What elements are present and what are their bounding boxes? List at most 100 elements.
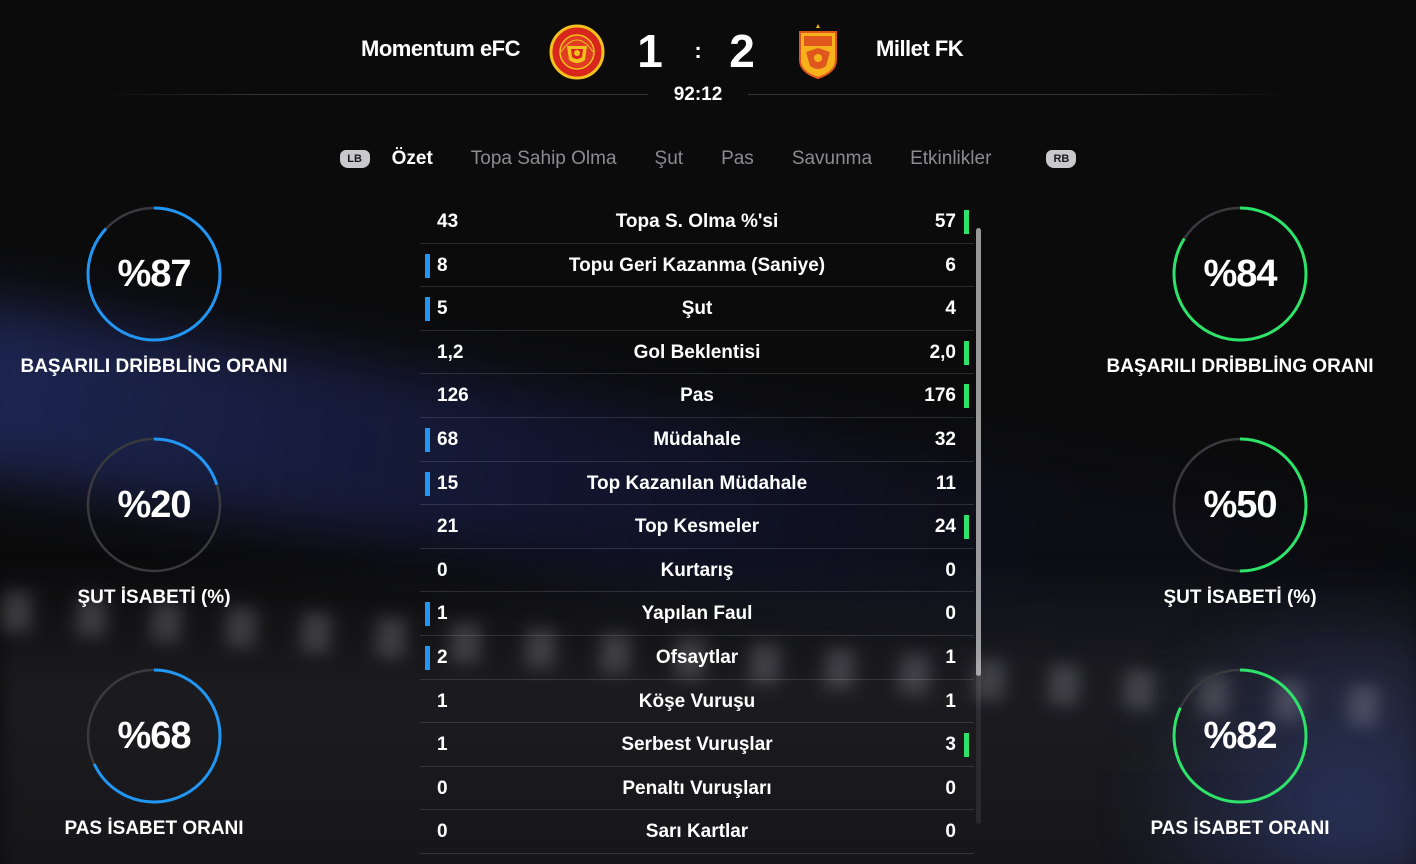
stat-name: Pas (680, 385, 714, 407)
stat-name: Serbest Vuruşlar (621, 734, 773, 756)
away-leader-bar (964, 733, 969, 758)
away-score: 2 (729, 25, 755, 77)
stats-scrollbar[interactable] (976, 228, 981, 824)
stat-name: Top Kesmeler (634, 516, 760, 538)
stat-name: Kurtarış (660, 559, 734, 581)
home-stat-value: 0 (437, 821, 448, 843)
stat-row: 0 Kurtarış 0 (420, 549, 974, 593)
stat-row: 21 Top Kesmeler 24 (420, 505, 974, 549)
home-stat-value: 1 (437, 690, 448, 712)
away-dribble-value: %84 (1203, 252, 1277, 295)
away-stat-value: 176 (924, 385, 956, 407)
away-shot-value: %50 (1203, 483, 1277, 526)
away-stat-value: 2,0 (929, 341, 956, 363)
stat-row: 1 Köşe Vuruşu 1 (420, 680, 974, 724)
home-stat-value: 1 (437, 734, 448, 756)
stat-name: Ofsaytlar (655, 646, 739, 668)
away-stat-value: 6 (945, 254, 956, 276)
stat-row: 0 Sarı Kartlar 0 (420, 810, 974, 854)
away-team-name: Millet FK (876, 36, 964, 61)
stat-name: Sarı Kartlar (645, 821, 749, 843)
stat-row: 126 Pas 176 (420, 374, 974, 418)
home-pass-label: PAS İSABET ORANI (64, 818, 244, 839)
home-shot-value: %20 (117, 483, 191, 526)
stat-row: 0 Penaltı Vuruşları 0 (420, 767, 974, 811)
home-team-name: Momentum eFC (361, 36, 521, 61)
tab-events[interactable]: Etkinlikler (910, 148, 991, 170)
home-stat-value: 5 (437, 298, 448, 320)
lb-button-icon[interactable]: LB (339, 150, 370, 168)
stat-row: 43 Topa S. Olma %'si 57 (420, 200, 974, 244)
home-crest-icon (549, 24, 605, 80)
home-score: 1 (637, 25, 663, 77)
home-leader-bar (425, 297, 430, 322)
home-leader-bar (425, 427, 430, 452)
rb-button-icon[interactable]: RB (1046, 150, 1077, 168)
stat-name: Topa S. Olma %'si (615, 211, 779, 232)
tab-defense[interactable]: Savunma (792, 148, 872, 170)
tab-shots[interactable]: Şut (655, 148, 684, 170)
home-stat-value: 2 (437, 646, 448, 668)
home-stat-value: 8 (437, 254, 448, 276)
stat-name: Gol Beklentisi (633, 341, 761, 363)
home-shot-label: ŞUT İSABETİ (%) (77, 587, 231, 608)
stat-row: 1 Serbest Vuruşlar 3 (420, 723, 974, 767)
away-stat-value: 1 (945, 646, 956, 668)
match-stats-table[interactable]: 43 Topa S. Olma %'si 57 8 Topu Geri Kazanma … (420, 200, 974, 854)
away-stat-value: 32 (934, 428, 956, 450)
stat-name: Penaltı Vuruşları (622, 777, 772, 799)
away-dribble-stat: %84 BAŞARILI DRİBBLİNG ORANI (1090, 204, 1390, 378)
away-stat-value: 4 (945, 298, 956, 320)
home-stat-value: 43 (437, 211, 459, 232)
tab-passes[interactable]: Pas (721, 148, 754, 170)
stat-row: 5 Şut 4 (420, 287, 974, 331)
stats-scrollbar-thumb[interactable] (976, 228, 981, 676)
stat-name: Şut (681, 298, 713, 320)
away-dribble-label: BAŞARILI DRİBBLİNG ORANI (1106, 356, 1374, 377)
away-leader-bar (964, 384, 969, 409)
away-leader-bar (964, 340, 969, 365)
score-separator: : (694, 38, 702, 63)
home-stat-value: 0 (437, 559, 448, 581)
away-stat-value: 11 (935, 472, 956, 494)
home-pass-accuracy-stat: %68 PAS İSABET ORANI (4, 666, 304, 840)
stat-name: Müdahale (653, 428, 741, 450)
home-leader-bar (425, 645, 430, 670)
away-leader-bar (964, 210, 969, 234)
tab-summary[interactable]: Özet (392, 148, 433, 170)
home-pass-value: %68 (117, 714, 191, 757)
home-stat-value: 68 (437, 428, 459, 450)
stat-row: 1,2 Gol Beklentisi 2,0 (420, 331, 974, 375)
stat-row: 8 Topu Geri Kazanma (Saniye) 6 (420, 244, 974, 288)
away-pass-label: PAS İSABET ORANI (1150, 818, 1330, 839)
stat-row: 1 Yapılan Faul 0 (420, 592, 974, 636)
stat-name: Top Kazanılan Müdahale (586, 472, 808, 494)
away-stat-value: 57 (934, 211, 956, 232)
away-stat-value: 0 (945, 777, 956, 799)
away-shot-accuracy-stat: %50 ŞUT İSABETİ (%) (1090, 435, 1390, 609)
tab-possession[interactable]: Topa Sahip Olma (471, 148, 617, 170)
home-dribble-value: %87 (117, 252, 191, 295)
stat-name: Köşe Vuruşu (638, 690, 756, 712)
away-pass-value: %82 (1203, 714, 1277, 757)
away-shot-label: ŞUT İSABETİ (%) (1163, 587, 1317, 608)
home-dribble-stat: %87 BAŞARILI DRİBBLİNG ORANI (4, 204, 304, 378)
away-stat-value: 3 (945, 734, 956, 756)
away-pass-accuracy-stat: %82 PAS İSABET ORANI (1090, 666, 1390, 840)
home-stat-value: 0 (437, 777, 448, 799)
stat-name: Yapılan Faul (641, 603, 753, 625)
stats-tab-bar: LB Özet Topa Sahip Olma Şut Pas Savunma … (0, 144, 1416, 174)
home-leader-bar (425, 253, 430, 278)
home-stat-value: 21 (437, 516, 459, 538)
scoreboard-header: Momentum eFC 1 : 2 Millet FK 92:12 (0, 0, 1416, 120)
stat-row: 2 Ofsaytlar 1 (420, 636, 974, 680)
stat-name: Topu Geri Kazanma (Saniye) (568, 254, 826, 276)
away-leader-bar (964, 515, 969, 540)
away-stat-value: 0 (945, 559, 956, 581)
stat-row: 68 Müdahale 32 (420, 418, 974, 462)
away-stat-value: 24 (934, 516, 956, 538)
away-stat-value: 0 (945, 603, 956, 625)
away-stat-value: 1 (945, 690, 956, 712)
stat-row: 15 Top Kazanılan Müdahale 11 (420, 462, 974, 506)
home-leader-bar (425, 471, 430, 496)
